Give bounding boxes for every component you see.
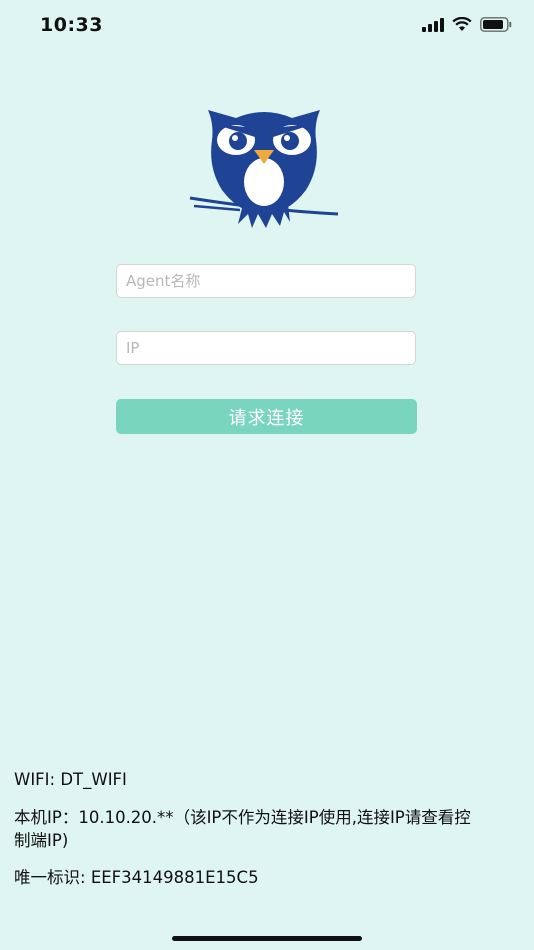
- status-icons: [422, 17, 512, 32]
- unique-id-info: 唯一标识: EEF34149881E15C5: [14, 866, 259, 889]
- request-connect-button[interactable]: 请求连接: [116, 399, 417, 434]
- cellular-signal-icon: [422, 17, 444, 32]
- home-indicator[interactable]: [172, 936, 362, 941]
- local-ip-label: 本机IP：: [14, 808, 79, 827]
- owl-logo-icon: [189, 110, 339, 228]
- unique-id-value: EEF34149881E15C5: [90, 868, 259, 887]
- agent-name-input[interactable]: [116, 264, 416, 298]
- wifi-icon: [452, 17, 472, 31]
- ip-input[interactable]: [116, 331, 416, 365]
- status-bar: 10:33: [0, 0, 534, 52]
- unique-id-label: 唯一标识:: [14, 868, 91, 887]
- status-time: 10:33: [40, 14, 103, 36]
- wifi-info: WIFI: DT_WIFI: [14, 768, 127, 791]
- battery-icon: [480, 17, 512, 32]
- local-ip-value: 10.10.20.**: [78, 808, 174, 827]
- wifi-label: WIFI:: [14, 770, 61, 789]
- wifi-value: DT_WIFI: [60, 770, 127, 789]
- local-ip-info: 本机IP：10.10.20.**（该IP不作为连接IP使用,连接IP请查看控制端…: [14, 806, 474, 852]
